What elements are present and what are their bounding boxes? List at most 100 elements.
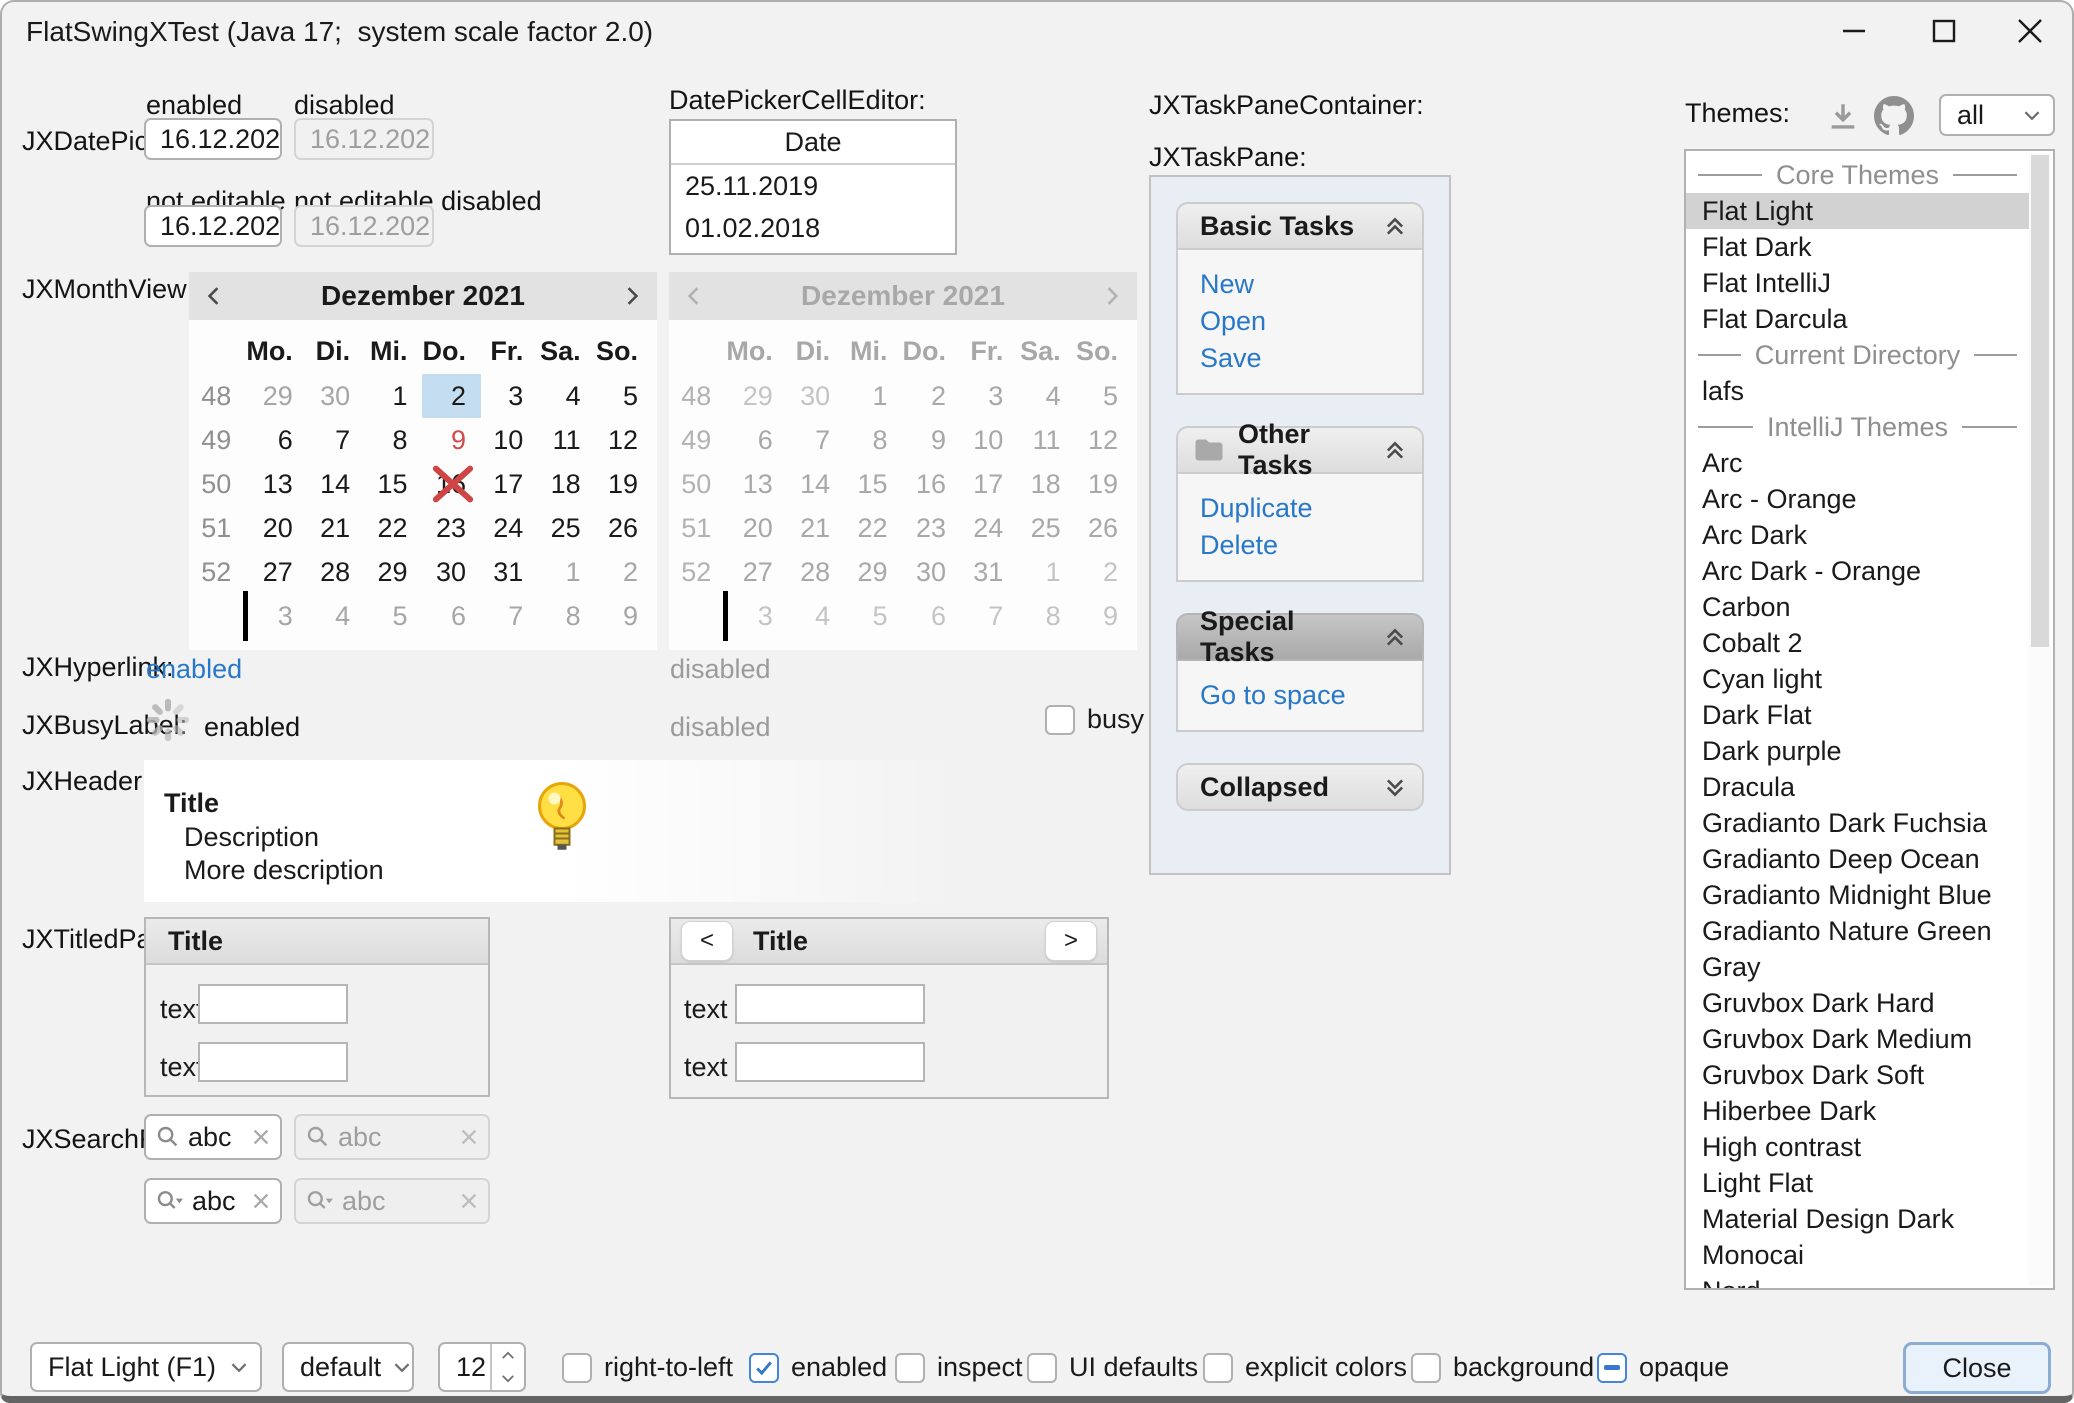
close-button[interactable]: Close xyxy=(1903,1342,2051,1394)
themes-filter-combo[interactable]: all xyxy=(1939,94,2055,136)
calendar-day-cell[interactable]: 5 xyxy=(365,594,422,638)
calendar-day-cell[interactable]: 1 xyxy=(538,550,595,594)
calendar-day-cell[interactable]: 20 xyxy=(246,506,308,550)
calendar-day-cell[interactable]: 9 xyxy=(422,418,481,462)
calendar-day-cell[interactable]: 22 xyxy=(365,506,422,550)
theme-list-item[interactable]: Dracula xyxy=(1686,769,2029,805)
laf-combo[interactable]: Flat Light (F1) xyxy=(30,1342,262,1392)
datepicker-cell-editor-table[interactable]: Date 25.11.2019 01.02.2018 xyxy=(669,119,957,255)
calendar-day-cell[interactable]: 16 xyxy=(422,462,481,506)
search-input[interactable]: abc xyxy=(192,1186,244,1217)
calendar-day-cell[interactable]: 2 xyxy=(596,550,653,594)
task-pane-header[interactable]: Collapsed xyxy=(1176,763,1424,811)
calendar-day-cell[interactable]: 26 xyxy=(596,506,653,550)
theme-list-item[interactable]: Flat Dark xyxy=(1686,229,2029,265)
calendar-day-cell[interactable]: 28 xyxy=(308,550,365,594)
monthview-calendar-enabled[interactable]: Dezember 2021 Mo.Di.Mi.Do.Fr.Sa.So.48293… xyxy=(189,272,657,650)
theme-list-item[interactable]: Arc - Orange xyxy=(1686,481,2029,517)
hyperlink-enabled[interactable]: enabled xyxy=(146,654,242,685)
search-field-enabled[interactable]: abc xyxy=(144,1114,282,1160)
theme-list-item[interactable]: Gruvbox Dark Medium xyxy=(1686,1021,2029,1057)
calendar-day-cell[interactable]: 21 xyxy=(308,506,365,550)
search-field-with-menu-enabled[interactable]: abc xyxy=(144,1178,282,1224)
calendar-day-cell[interactable]: 2 xyxy=(422,374,481,418)
calendar-day-cell[interactable]: 8 xyxy=(538,594,595,638)
checkbox-box[interactable] xyxy=(1203,1353,1233,1383)
theme-list-item[interactable]: Flat Light xyxy=(1686,193,2029,229)
calendar-day-cell[interactable]: 14 xyxy=(308,462,365,506)
calendar-day-cell[interactable]: 30 xyxy=(308,374,365,418)
calendar-day-cell[interactable]: 11 xyxy=(538,418,595,462)
calendar-day-cell[interactable]: 3 xyxy=(246,594,308,638)
checkbox-box[interactable] xyxy=(1027,1353,1057,1383)
github-icon[interactable] xyxy=(1874,96,1914,136)
theme-list-item[interactable]: Gradianto Deep Ocean xyxy=(1686,841,2029,877)
calendar-day-cell[interactable]: 9 xyxy=(596,594,653,638)
text-field[interactable] xyxy=(735,1042,925,1082)
calendar-day-cell[interactable]: 17 xyxy=(481,462,538,506)
calendar-day-cell[interactable]: 1 xyxy=(365,374,422,418)
task-pane-link[interactable]: Delete xyxy=(1200,527,1422,564)
theme-list-item[interactable]: Gradianto Midnight Blue xyxy=(1686,877,2029,913)
text-field[interactable] xyxy=(735,984,925,1024)
calendar-day-cell[interactable]: 19 xyxy=(596,462,653,506)
datepicker-value[interactable]: 16.12.2021 xyxy=(146,211,282,242)
task-pane-link[interactable]: Go to space xyxy=(1200,677,1422,714)
datepicker-value[interactable]: 16.12.2021 xyxy=(146,124,282,155)
calendar-day-cell[interactable]: 24 xyxy=(481,506,538,550)
theme-list-item[interactable]: Hiberbee Dark xyxy=(1686,1093,2029,1129)
search-menu-icon[interactable] xyxy=(156,1189,184,1213)
theme-list-item[interactable]: Flat IntelliJ xyxy=(1686,265,2029,301)
table-row[interactable]: 25.11.2019 xyxy=(671,165,955,207)
calendar-day-cell[interactable]: 25 xyxy=(538,506,595,550)
calendar-day-cell[interactable]: 23 xyxy=(422,506,481,550)
theme-list-item[interactable]: Gruvbox Dark Soft xyxy=(1686,1057,2029,1093)
theme-list-item[interactable]: Gruvbox Dark Hard xyxy=(1686,985,2029,1021)
expand-icon[interactable] xyxy=(1384,778,1406,797)
search-input[interactable]: abc xyxy=(188,1122,244,1153)
theme-list-item[interactable]: Flat Darcula xyxy=(1686,301,2029,337)
collapse-icon[interactable] xyxy=(1384,628,1406,647)
theme-list-item[interactable]: Dark purple xyxy=(1686,733,2029,769)
ui-defaults-checkbox[interactable]: UI defaults xyxy=(1027,1352,1198,1383)
chevron-left-icon[interactable] xyxy=(207,285,220,307)
datepicker-enabled[interactable]: 16.12.2021 xyxy=(144,118,282,160)
calendar-day-cell[interactable]: 29 xyxy=(246,374,308,418)
theme-list-item[interactable]: Arc xyxy=(1686,445,2029,481)
theme-list-item[interactable]: Cyan light xyxy=(1686,661,2029,697)
calendar-day-cell[interactable]: 10 xyxy=(481,418,538,462)
text-field[interactable] xyxy=(198,984,348,1024)
calendar-day-cell[interactable]: 30 xyxy=(422,550,481,594)
theme-list-scrollbar[interactable] xyxy=(2029,153,2051,1286)
calendar-day-cell[interactable]: 27 xyxy=(246,550,308,594)
next-button[interactable]: > xyxy=(1045,921,1097,961)
font-size-spinner[interactable]: 12 xyxy=(438,1342,526,1392)
clear-icon[interactable] xyxy=(252,1192,270,1210)
calendar-day-cell[interactable]: 6 xyxy=(246,418,308,462)
checkbox-box[interactable] xyxy=(1045,705,1075,735)
collapse-icon[interactable] xyxy=(1384,441,1406,460)
calendar-day-cell[interactable]: 7 xyxy=(308,418,365,462)
theme-list-item[interactable]: Gray xyxy=(1686,949,2029,985)
close-window-button[interactable] xyxy=(1998,8,2062,54)
enabled-checkbox[interactable]: enabled xyxy=(749,1352,887,1383)
checkbox-box[interactable] xyxy=(895,1353,925,1383)
theme-list-item[interactable]: Gradianto Dark Fuchsia xyxy=(1686,805,2029,841)
task-pane-header[interactable]: Basic Tasks xyxy=(1176,202,1424,250)
theme-list-item[interactable]: lafs xyxy=(1686,373,2029,409)
theme-list-item[interactable]: Carbon xyxy=(1686,589,2029,625)
opaque-checkbox[interactable]: opaque xyxy=(1597,1352,1729,1383)
calendar-day-cell[interactable]: 13 xyxy=(246,462,308,506)
scrollbar-thumb[interactable] xyxy=(2031,155,2049,647)
calendar-day-cell[interactable]: 31 xyxy=(481,550,538,594)
task-pane-link[interactable]: New xyxy=(1200,266,1422,303)
calendar-day-cell[interactable]: 8 xyxy=(365,418,422,462)
text-field[interactable] xyxy=(198,1042,348,1082)
inspect-checkbox[interactable]: inspect xyxy=(895,1352,1023,1383)
calendar-day-cell[interactable]: 7 xyxy=(481,594,538,638)
calendar-day-cell[interactable]: 15 xyxy=(365,462,422,506)
theme-list-item[interactable]: Dark Flat xyxy=(1686,697,2029,733)
explicit-colors-checkbox[interactable]: explicit colors xyxy=(1203,1352,1407,1383)
theme-list-item[interactable]: Light Flat xyxy=(1686,1165,2029,1201)
checkbox-box[interactable] xyxy=(1411,1353,1441,1383)
